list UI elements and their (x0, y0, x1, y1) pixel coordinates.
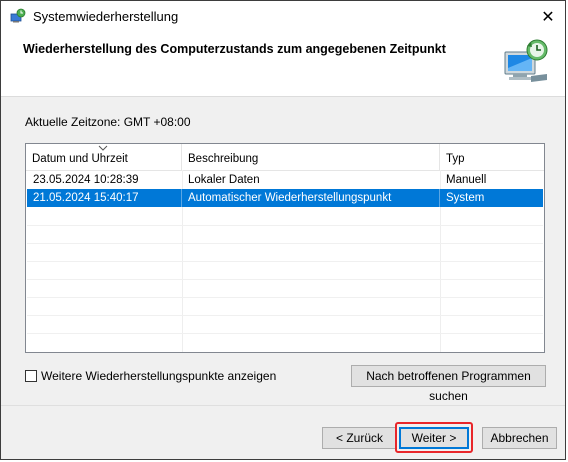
wizard-footer (1, 405, 565, 459)
list-header: Datum und Uhrzeit Beschreibung Typ (26, 144, 544, 171)
window-title: Systemwiederherstellung (33, 9, 179, 24)
next-button-highlight (395, 422, 473, 453)
cell-description: Automatischer Wiederherstellungspunkt (182, 189, 440, 207)
grid-line (27, 225, 543, 226)
column-header-description[interactable]: Beschreibung (182, 144, 440, 170)
grid-line (27, 279, 543, 280)
sort-arrow-icon (98, 145, 108, 151)
cell-type: Manuell (446, 174, 487, 186)
column-divider (544, 170, 545, 352)
wizard-header: Wiederherstellung des Computerzustands z… (1, 32, 565, 96)
system-restore-window: Systemwiederherstellung ✕ Wiederherstell… (0, 0, 566, 460)
grid-line (27, 261, 543, 262)
page-heading: Wiederherstellung des Computerzustands z… (23, 42, 446, 56)
close-button[interactable]: ✕ (531, 1, 565, 32)
cell-date: 21.05.2024 15:40:17 (27, 189, 182, 207)
cancel-button[interactable]: Abbrechen (482, 427, 557, 449)
restore-icon (10, 8, 26, 23)
more-restore-points-label: Weitere Wiederherstellungspunkte anzeige… (41, 369, 277, 383)
timezone-label: Aktuelle Zeitzone: GMT +08:00 (25, 115, 191, 129)
restore-points-list[interactable]: Datum und Uhrzeit Beschreibung Typ 23.05… (25, 143, 545, 353)
more-restore-points-checkbox[interactable] (25, 370, 37, 382)
scan-affected-programs-button[interactable]: Nach betroffenen Programmen suchen (351, 365, 546, 403)
cell-type: System (446, 192, 485, 204)
cell-date: 23.05.2024 10:28:39 (33, 174, 139, 186)
column-header-type[interactable]: Typ (440, 144, 544, 170)
computer-restore-icon (504, 39, 548, 82)
close-icon: ✕ (541, 8, 555, 26)
table-row-selected[interactable]: 21.05.2024 15:40:17 Automatischer Wieder… (27, 189, 543, 207)
grid-line (27, 315, 543, 316)
more-restore-points-option[interactable]: Weitere Wiederherstellungspunkte anzeige… (25, 369, 276, 383)
grid-line (27, 333, 543, 334)
header-separator (1, 96, 565, 97)
back-button[interactable]: < Zurück (322, 427, 397, 449)
table-row[interactable]: 23.05.2024 10:28:39 Lokaler Daten Manuel… (27, 171, 543, 189)
grid-line (27, 243, 543, 244)
cell-description: Lokaler Daten (188, 174, 260, 186)
title-bar: Systemwiederherstellung ✕ (1, 1, 565, 32)
grid-line (27, 297, 543, 298)
